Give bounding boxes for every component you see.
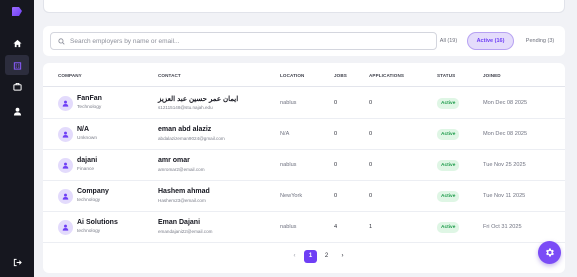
contact-email: Hashem23@email.com [158, 198, 206, 203]
applications-count: 0 [369, 193, 373, 199]
avatar [58, 158, 73, 173]
app-logo-icon [12, 7, 22, 16]
contact-email: abdalazizeman9024@gmail.com [158, 136, 225, 141]
table-row[interactable]: Ai Solutions technology Eman Dajani eman… [43, 212, 565, 243]
avatar [58, 189, 73, 204]
sidebar-item-users[interactable] [5, 101, 29, 121]
status-badge: Active [437, 222, 460, 233]
contact-name: eman abd alaziz [158, 126, 212, 133]
location: nablus [280, 162, 297, 168]
joined-date: Mon Dec 08 2025 [483, 131, 528, 137]
column-header-status[interactable]: STATUS [437, 73, 455, 78]
column-header-company[interactable]: COMPANY [58, 73, 82, 78]
company-name: Company [77, 188, 109, 195]
company-industry: technology [77, 198, 101, 203]
status-badge: Active [437, 98, 460, 109]
avatar [58, 220, 73, 235]
next-page-button[interactable]: › [336, 250, 349, 263]
company-name: N/A [77, 126, 90, 133]
location: nablus [280, 100, 297, 106]
jobs-count: 4 [334, 224, 338, 230]
location: N/A [280, 131, 290, 137]
applications-count: 1 [369, 224, 373, 230]
search-icon [58, 37, 65, 45]
jobs-count: 0 [334, 162, 338, 168]
joined-date: Tue Nov 25 2025 [483, 162, 526, 168]
sidebar-item-logout[interactable] [5, 252, 29, 272]
company-industry: Technology [77, 105, 102, 110]
tab-active[interactable]: Active (16) [467, 32, 514, 50]
joined-date: Tue Nov 11 2025 [483, 193, 526, 199]
pagination: ‹ 1 2 › [288, 249, 352, 263]
contact-email: s12115148@stu.najah.edu [158, 105, 213, 110]
company-name: dajani [77, 157, 98, 164]
table-row[interactable]: FanFan Technology ايمان عمر حسين عبد الع… [43, 88, 565, 119]
joined-date: Fri Oct 31 2025 [483, 224, 522, 230]
avatar [58, 96, 73, 111]
contact-email: amromar2@email.com [158, 167, 205, 172]
user-icon [62, 100, 69, 107]
page-1-button[interactable]: 1 [304, 249, 317, 263]
table-row[interactable]: Company technology Hashem ahmad Hashem23… [43, 181, 565, 212]
tab-all[interactable]: All (19) [434, 32, 463, 50]
search-input[interactable] [70, 37, 420, 45]
header-divider [43, 86, 565, 87]
stats-card [43, 0, 565, 13]
user-icon [62, 131, 69, 138]
company-industry: technology [77, 229, 101, 234]
company-name: Ai Solutions [77, 219, 118, 226]
table-row[interactable]: N/A Unknown eman abd alaziz abdalazizema… [43, 119, 565, 150]
column-header-location[interactable]: LOCATION [280, 73, 304, 78]
user-icon [13, 107, 21, 116]
jobs-count: 0 [334, 100, 338, 106]
sidebar-item-jobs[interactable] [5, 76, 29, 96]
status-badge: Active [437, 160, 460, 171]
company-name: FanFan [77, 95, 102, 102]
contact-name: Eman Dajani [158, 219, 201, 226]
employers-table: COMPANY CONTACT LOCATION JOBS APPLICATIO… [43, 63, 565, 273]
sidebar-item-employers[interactable] [5, 55, 29, 75]
sidebar-item-home[interactable] [5, 33, 29, 53]
table-row[interactable]: dajani Finance amr omar amromar2@email.c… [43, 150, 565, 181]
contact-name: amr omar [158, 157, 190, 164]
search-box[interactable] [50, 32, 437, 50]
company-icon [13, 61, 21, 70]
contact-email: emandajani22@email.com [158, 229, 213, 234]
applications-count: 0 [369, 100, 373, 106]
location: nablus [280, 224, 297, 230]
home-icon [12, 39, 22, 47]
column-header-joined[interactable]: JOINED [483, 73, 501, 78]
jobs-count: 0 [334, 193, 338, 199]
contact-name: ايمان عمر حسين عبد العزيز [158, 96, 239, 103]
user-icon [62, 224, 69, 231]
page-2-button[interactable]: 2 [320, 250, 333, 263]
column-header-applications[interactable]: APPLICATIONS [369, 73, 404, 78]
applications-count: 0 [369, 131, 373, 137]
column-header-contact[interactable]: CONTACT [158, 73, 181, 78]
company-industry: Finance [77, 167, 95, 172]
logout-icon [13, 258, 22, 266]
contact-name: Hashem ahmad [158, 188, 210, 195]
filter-bar: All (19) Active (16) Pending (3) [43, 26, 565, 56]
joined-date: Mon Dec 08 2025 [483, 100, 528, 106]
status-badge: Active [437, 129, 460, 140]
location: NewYork [280, 193, 303, 199]
jobs-count: 0 [334, 131, 338, 137]
user-icon [62, 162, 69, 169]
column-header-jobs[interactable]: JOBS [334, 73, 347, 78]
briefcase-icon [12, 82, 22, 91]
status-badge: Active [437, 191, 460, 202]
company-industry: Unknown [77, 136, 97, 141]
tab-pending[interactable]: Pending (3) [518, 32, 562, 50]
avatar [58, 127, 73, 142]
sidebar [0, 0, 34, 277]
user-icon [62, 193, 69, 200]
applications-count: 0 [369, 162, 373, 168]
settings-fab-button[interactable] [538, 241, 561, 264]
prev-page-button[interactable]: ‹ [288, 250, 301, 263]
gear-icon [546, 248, 554, 257]
